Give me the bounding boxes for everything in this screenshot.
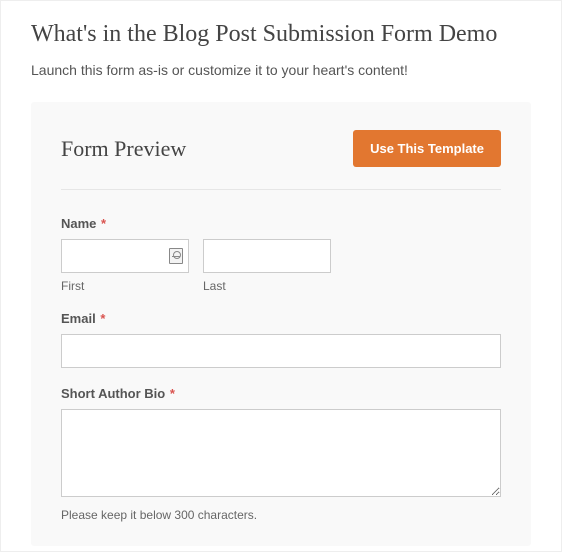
email-input[interactable]: [61, 334, 501, 368]
first-input-wrap: [61, 239, 189, 273]
email-label-text: Email: [61, 311, 96, 326]
page-title: What's in the Blog Post Submission Form …: [31, 21, 531, 48]
first-name-input[interactable]: [61, 239, 189, 273]
page-container: What's in the Blog Post Submission Form …: [0, 0, 562, 552]
preview-heading: Form Preview: [61, 136, 186, 162]
name-first-col: First: [61, 239, 189, 293]
bio-label-text: Short Author Bio: [61, 386, 165, 401]
required-marker: *: [170, 386, 175, 401]
last-name-input[interactable]: [203, 239, 331, 273]
name-label-text: Name: [61, 216, 96, 231]
bio-textarea[interactable]: [61, 409, 501, 497]
first-sublabel: First: [61, 279, 189, 293]
content-wrap: What's in the Blog Post Submission Form …: [1, 1, 561, 546]
field-email: Email *: [61, 311, 501, 368]
field-name: Name * First Last: [61, 216, 501, 293]
use-template-button[interactable]: Use This Template: [353, 130, 501, 167]
email-label: Email *: [61, 311, 501, 326]
required-marker: *: [100, 311, 105, 326]
form-preview-panel: Form Preview Use This Template Name * Fi…: [31, 102, 531, 546]
page-subtitle: Launch this form as-is or customize it t…: [31, 62, 531, 78]
name-last-col: Last: [203, 239, 331, 293]
preview-header: Form Preview Use This Template: [61, 130, 501, 190]
name-label: Name *: [61, 216, 501, 231]
last-sublabel: Last: [203, 279, 331, 293]
name-row: First Last: [61, 239, 501, 293]
bio-helper-text: Please keep it below 300 characters.: [61, 508, 501, 522]
required-marker: *: [101, 216, 106, 231]
field-bio: Short Author Bio * Please keep it below …: [61, 386, 501, 522]
bio-label: Short Author Bio *: [61, 386, 501, 401]
